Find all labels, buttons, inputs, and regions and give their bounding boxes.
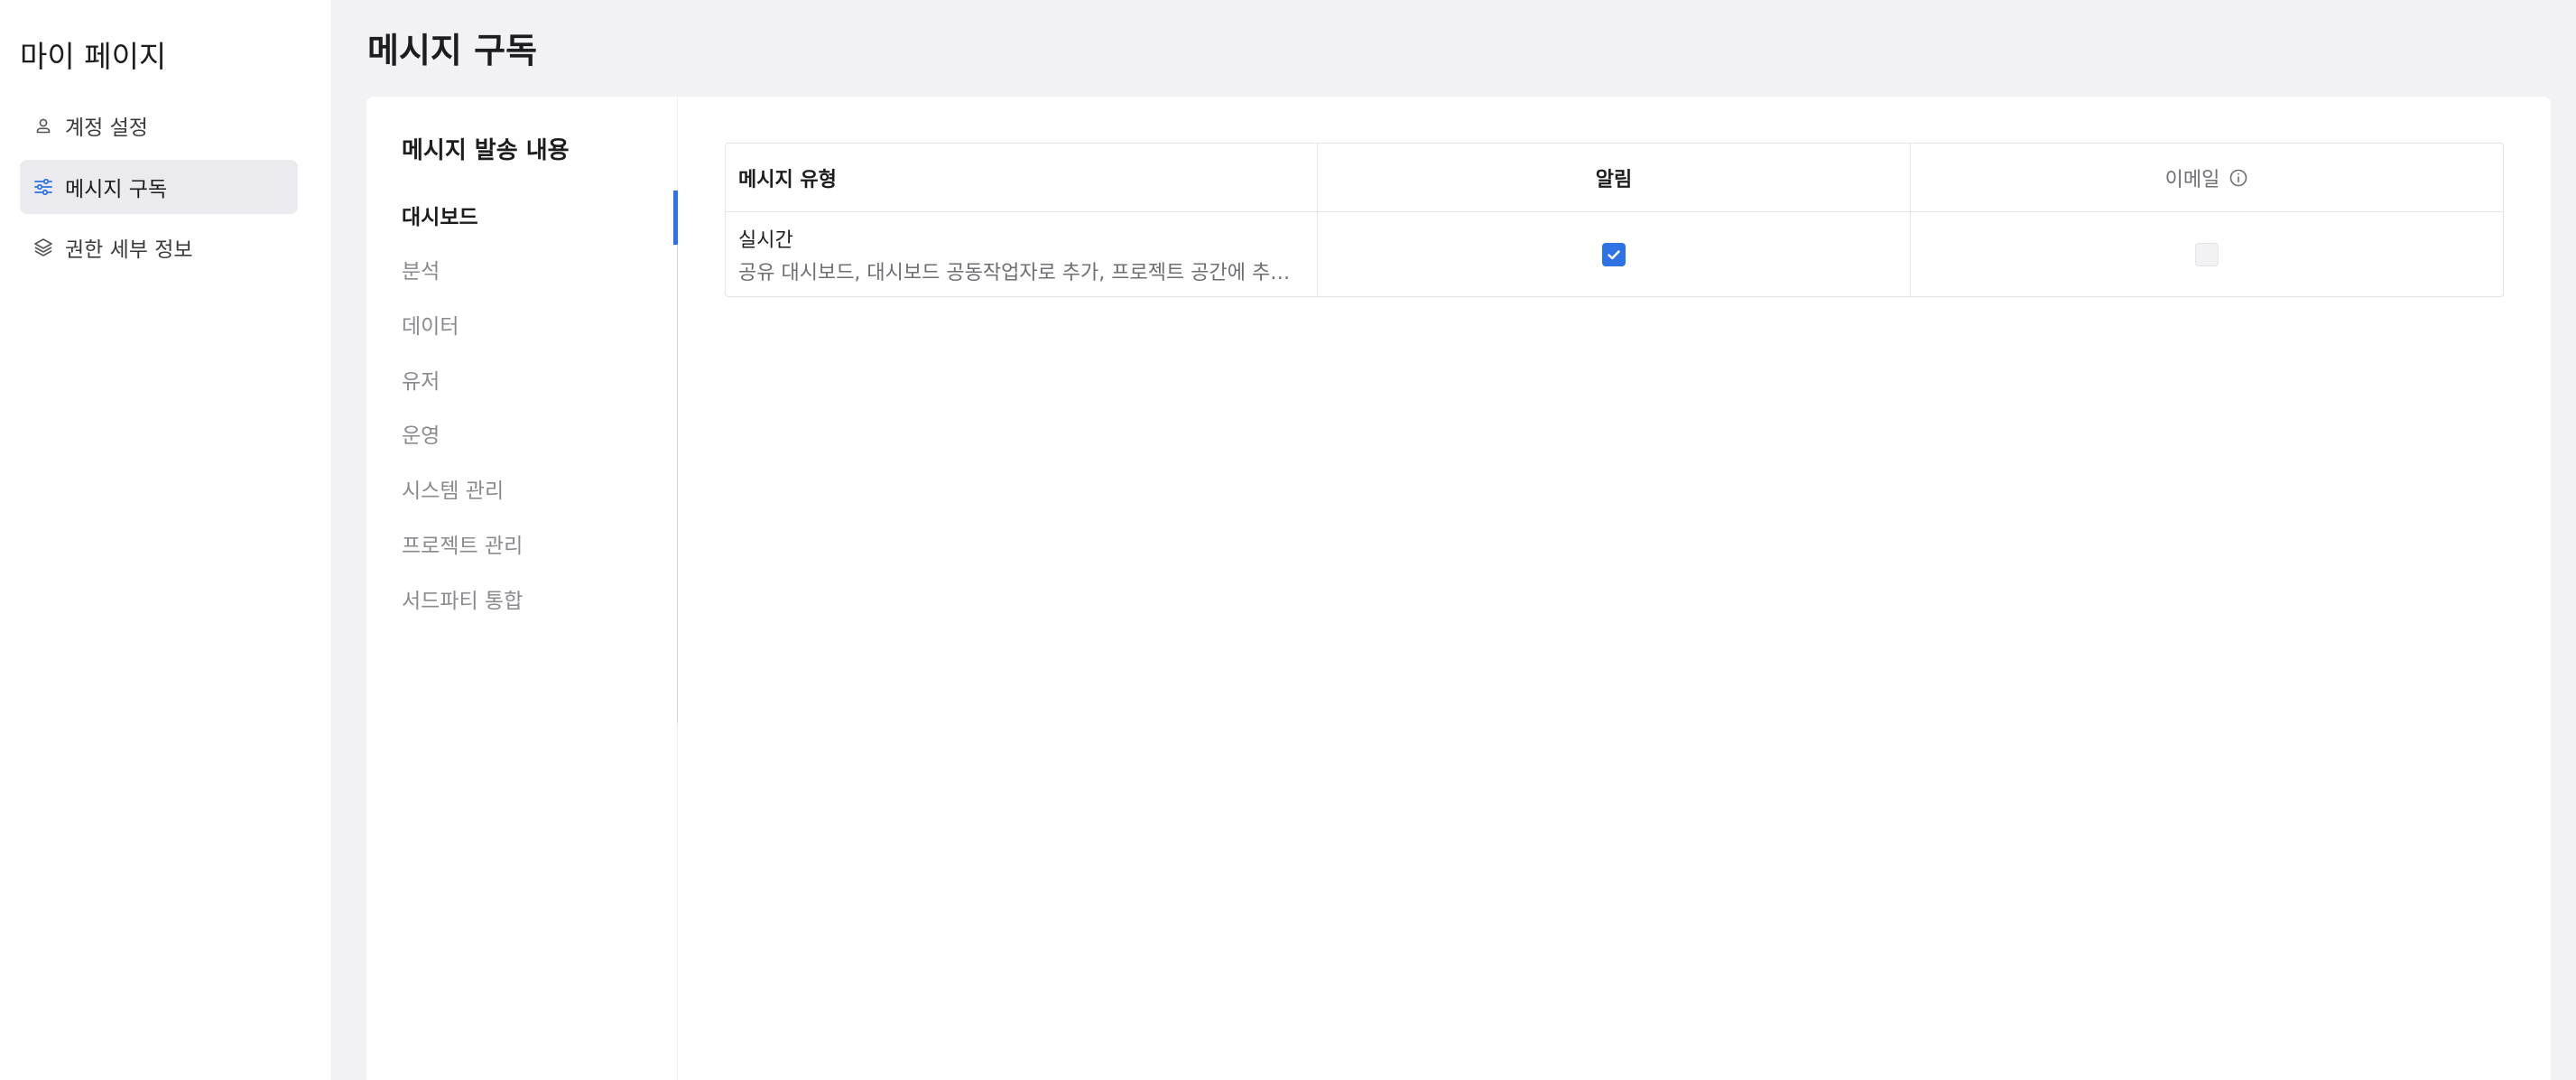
- category-item-users[interactable]: 유저: [402, 355, 440, 409]
- message-type-cell: 실시간 공유 대시보드, 대시보드 공동작업자로 추가, 프로젝트 공간에 추가…: [726, 212, 1318, 296]
- sidebar-title: 마이 페이지: [20, 39, 167, 74]
- sliders-icon: [32, 176, 54, 198]
- category-item-operations[interactable]: 운영: [402, 409, 440, 463]
- category-item-analysis[interactable]: 분석: [402, 245, 440, 299]
- message-type-description: 공유 대시보드, 대시보드 공동작업자로 추가, 프로젝트 공간에 추가, ..…: [738, 261, 1305, 284]
- sidebar-item-label: 메시지 구독: [65, 178, 168, 201]
- table-header-row: 메시지 유형 알림 이메일: [726, 144, 2503, 212]
- email-cell: [1911, 212, 2503, 296]
- info-icon[interactable]: [2229, 168, 2248, 188]
- category-item-dashboard[interactable]: 대시보드: [402, 191, 478, 245]
- category-item-data[interactable]: 데이터: [402, 300, 459, 354]
- category-nav-rail: [677, 191, 678, 723]
- category-nav: 메시지 발송 내용 대시보드 분석 데이터 유저 운영 시스템 관리 프로젝트 …: [366, 97, 678, 1080]
- notification-cell: [1318, 212, 1911, 296]
- header-cell-type: 메시지 유형: [726, 144, 1318, 211]
- content-card: 메시지 발송 내용 대시보드 분석 데이터 유저 운영 시스템 관리 프로젝트 …: [366, 97, 2551, 1080]
- page-title: 메시지 구독: [367, 31, 538, 70]
- header-cell-notification: 알림: [1318, 144, 1911, 211]
- layers-icon: [32, 237, 54, 258]
- sidebar-item-account-settings[interactable]: 계정 설정: [20, 98, 298, 153]
- category-active-indicator: [673, 191, 678, 245]
- category-item-third-party[interactable]: 서드파티 통합: [402, 574, 523, 628]
- sidebar: 마이 페이지 계정 설정 메시지 구독 권한 세부 정보: [0, 0, 331, 1080]
- category-item-system-admin[interactable]: 시스템 관리: [402, 464, 504, 518]
- email-checkbox[interactable]: [2195, 242, 2219, 266]
- check-icon: [1608, 249, 1620, 259]
- table-row: 실시간 공유 대시보드, 대시보드 공동작업자로 추가, 프로젝트 공간에 추가…: [726, 212, 2503, 296]
- column-header-email: 이메일: [2164, 168, 2220, 191]
- column-header-notification: 알림: [1595, 168, 1633, 191]
- header-cell-email: 이메일: [1911, 144, 2503, 211]
- sidebar-item-label: 계정 설정: [65, 116, 148, 140]
- message-type-name: 실시간: [738, 228, 793, 252]
- category-item-project-admin[interactable]: 프로젝트 관리: [402, 519, 523, 573]
- sidebar-item-message-subscription[interactable]: 메시지 구독: [20, 160, 298, 214]
- notification-checkbox[interactable]: [1602, 242, 1626, 266]
- category-nav-title: 메시지 발송 내용: [402, 137, 570, 164]
- column-header-type: 메시지 유형: [738, 168, 837, 191]
- subscription-table: 메시지 유형 알림 이메일 실시간 공유 대시보드, 대시보드 공동작업자로 추…: [725, 143, 2504, 297]
- user-icon: [32, 115, 54, 136]
- sidebar-item-label: 권한 세부 정보: [65, 238, 193, 262]
- sidebar-item-permission-details[interactable]: 권한 세부 정보: [20, 220, 298, 275]
